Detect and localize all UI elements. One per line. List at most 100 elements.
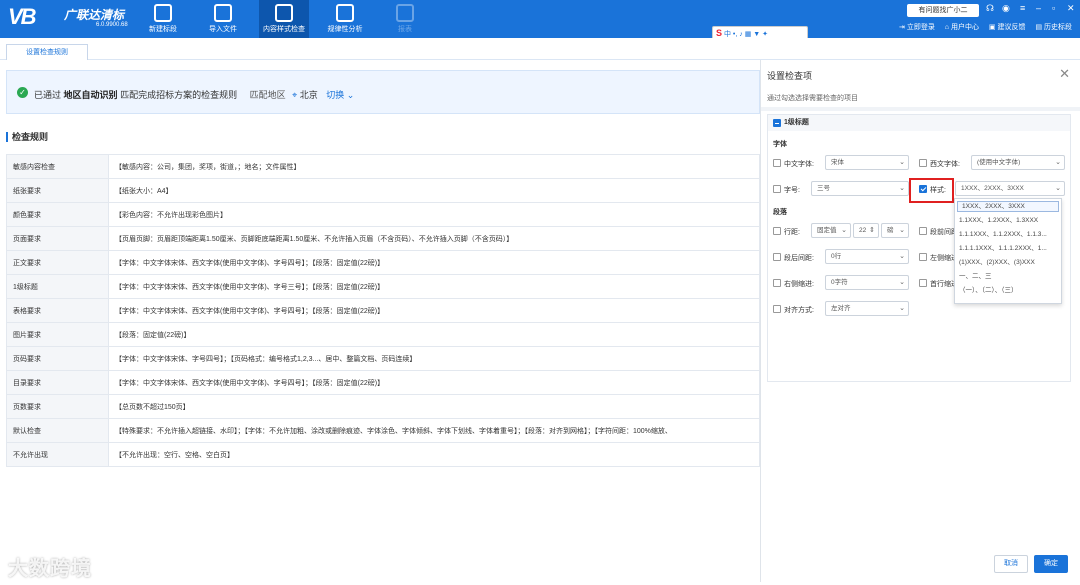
line-mode-select[interactable]: 固定值 ⌄ [811,223,851,238]
tab-check-rules[interactable]: 设置检查规则 [6,44,88,60]
align-label: 对齐方式: [784,307,814,314]
close-icon[interactable]: ✕ [1067,3,1075,14]
space-after-checkbox[interactable] [773,253,781,261]
style-option[interactable]: 1.1.1.1XXX、1.1.1.2XXX、1... [955,242,1061,256]
switch-region-link[interactable]: 切换 ⌄ [326,90,354,100]
right-indent-checkbox[interactable] [773,279,781,287]
size-value: 三号 [817,185,830,192]
chevron-down-icon: ⌄ [899,253,905,260]
rules-title: 检查规则 [6,132,48,142]
rule-name: 不允许出现 [6,442,109,467]
menu-icon[interactable]: ≡ [1020,3,1025,13]
rule-name: 1级标题 [6,274,109,299]
rule-name: 纸张要求 [6,178,109,203]
help-button[interactable]: 有问题找广小二 [907,4,979,17]
space-before-checkbox[interactable] [919,227,927,235]
top-bar: VB 广联达清标 6.0.9900.68 新建标段 导入文件 内容样式检查 规律… [0,0,1080,38]
table-row: 1级标题 【字体：中文字体宋体、西文字体(使用中文字体)、字号三号】；【段落：固定… [6,274,760,299]
align-checkbox[interactable] [773,305,781,313]
divider [761,107,1080,111]
cn-font-select[interactable]: 宋体 ⌄ [825,155,909,170]
line-spacing-checkbox[interactable] [773,227,781,235]
table-row: 默认检查 【特殊要求：不允许插入超链接、水印】；【字体：不允许加粗、涂改或删除痕迹… [6,418,760,443]
rule-name: 目录要求 [6,370,109,395]
user-center-link[interactable]: ⌂ 用户中心 [945,24,979,31]
region-value: 北京 [299,90,318,100]
feedback-link[interactable]: ▣ 建议反馈 [989,24,1026,31]
cn-font-checkbox[interactable] [773,159,781,167]
table-row: 页面要求 【页眉页脚：页眉距顶端距离1.50厘米、页脚距底端距离1.50厘米、不允… [6,226,760,251]
table-row: 页数要求 【总页数不超过150页】 [6,394,760,419]
en-font-checkbox[interactable] [919,159,927,167]
cn-font-label: 中文字体: [784,161,814,168]
line-unit-select[interactable]: 磅 ⌄ [881,223,909,238]
table-row: 图片要求 【段落：固定值(22磅)】 [6,322,760,347]
section-header[interactable]: 1级标题 [768,115,1070,131]
ok-button[interactable]: 确定 [1034,555,1068,573]
section-title: 1级标题 [784,119,809,126]
tab-strip: 设置检查规则 [0,38,1080,60]
match-banner: ✓ 已通过 地区自动识别 匹配完成招标方案的检查规则 匹配地区 ⌖ 北京 切换 … [6,70,760,114]
nav-import-file[interactable]: 导入文件 [198,0,248,38]
document-icon [275,4,293,22]
nav-report[interactable]: 报表 [380,0,430,38]
table-row: 页码要求 【字体：中文字体宋体、字号四号】；【页码格式：编号格式1,2,3...、… [6,346,760,371]
left-indent-checkbox[interactable] [919,253,927,261]
style-dropdown: 1XXX、2XXX、3XXX 1.1XXX、1.2XXX、1.3XXX 1.1.… [954,198,1062,304]
table-row: 不允许出现 【不允许出现：空行、空格、空白页】 [6,442,760,467]
headset-icon[interactable]: ☊ [986,3,994,14]
size-checkbox[interactable] [773,185,781,193]
rule-value: 【页眉页脚：页眉距顶端距离1.50厘米、页脚距底端距离1.50厘米、不允许插入页… [108,226,760,251]
restore-icon[interactable]: ▫ [1052,3,1055,13]
style-select[interactable]: 1XXX、2XXX、3XXX ⌄ [955,181,1065,196]
check-circle-icon: ✓ [17,87,28,98]
right-indent-value: 0字符 [831,279,848,286]
right-indent-select[interactable]: 0字符 ⌄ [825,275,909,290]
top-links: ⇥ 立即登录 ⌂ 用户中心 ▣ 建议反馈 ▤ 历史标段 [891,22,1072,32]
report-icon [396,4,414,22]
chevron-down-icon: ⌄ [1055,185,1061,192]
line-spacing-label: 行距: [784,229,800,236]
first-indent-checkbox[interactable] [919,279,927,287]
app-version: 6.0.9900.68 [96,22,128,28]
style-option[interactable]: (1)XXX、(2)XXX、(3)XXX [955,256,1061,270]
rule-value: 【字体：中文字体宋体、西文字体(使用中文字体)、字号四号】；【段落：固定值(22… [108,250,760,275]
line-value-stepper[interactable]: 22 ⇕ [853,223,879,238]
login-label: 立即登录 [906,24,935,31]
login-link[interactable]: ⇥ 立即登录 [899,24,935,31]
rule-name: 默认检查 [6,418,109,443]
collapse-icon[interactable] [773,119,781,127]
history-link[interactable]: ▤ 历史标段 [1035,24,1072,31]
nav-label: 报表 [398,26,412,33]
nav-content-style-check[interactable]: 内容样式检查 [259,0,309,38]
rule-value: 【特殊要求：不允许插入超链接、水印】；【字体：不允许加粗、涂改或删除痕迹、字体涂… [108,418,760,443]
table-row: 敏感内容检查 【敏感内容：公司，集团，奖项，街道，；地名；文件属性】 [6,154,760,179]
avatar-icon[interactable]: ◉ [1002,3,1010,14]
line-unit-value: 磅 [887,227,894,234]
rule-name: 图片要求 [6,322,109,347]
style-value: 1XXX、2XXX、3XXX [961,185,1024,192]
nav-label: 规律性分析 [327,26,363,33]
style-option[interactable]: 1XXX、2XXX、3XXX [957,201,1059,212]
right-indent-label: 右侧缩进: [784,281,814,288]
chevron-down-icon: ⌄ [1055,159,1061,166]
highlight-box [909,178,954,203]
cancel-button[interactable]: 取消 [994,555,1028,573]
en-font-select[interactable]: (使用中文字体) ⌄ [971,155,1065,170]
style-option[interactable]: 1.1.1XXX、1.1.2XXX、1.1.3... [955,228,1061,242]
align-value: 左对齐 [831,305,851,312]
minimize-icon[interactable]: – [1036,3,1041,13]
rule-value: 【段落：固定值(22磅)】 [108,322,760,347]
rule-name: 页码要求 [6,346,109,371]
cn-font-value: 宋体 [831,159,844,166]
space-after-select[interactable]: 0行 ⌄ [825,249,909,264]
nav-pattern-analysis[interactable]: 规律性分析 [320,0,370,38]
align-select[interactable]: 左对齐 ⌄ [825,301,909,316]
nav-new-section[interactable]: 新建标段 [138,0,188,38]
close-icon[interactable]: ✕ [1059,66,1070,82]
size-select[interactable]: 三号 ⌄ [811,181,909,196]
style-option[interactable]: （一）、（二）、（三） [955,284,1061,298]
region-label: 匹配地区 [249,90,286,100]
style-option[interactable]: 1.1XXX、1.2XXX、1.3XXX [955,214,1061,228]
style-option[interactable]: 一、二、三 [955,270,1061,284]
